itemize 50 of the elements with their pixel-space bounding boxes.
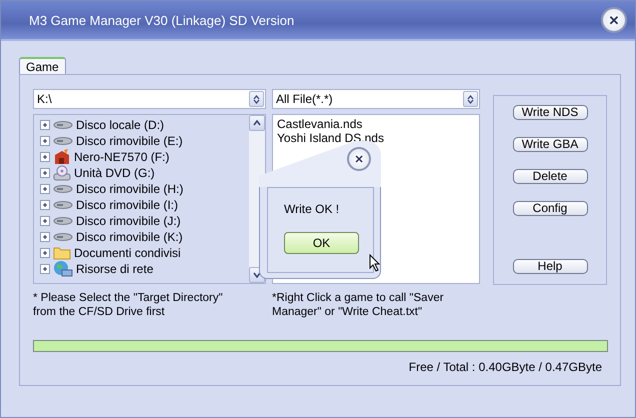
tree-item[interactable]: Disco rimovibile (H:) bbox=[76, 182, 184, 196]
tree-item[interactable]: Risorse di rete bbox=[76, 262, 154, 276]
scroll-up-icon bbox=[253, 120, 261, 126]
action-button[interactable]: Write GBA bbox=[512, 137, 588, 152]
expander-icon[interactable] bbox=[40, 168, 50, 178]
hard-drive-icon bbox=[53, 184, 73, 194]
expander-icon[interactable] bbox=[40, 216, 50, 226]
tree-item[interactable]: Disco rimovibile (K:) bbox=[76, 230, 183, 244]
hard-drive-icon bbox=[53, 200, 73, 210]
action-button[interactable]: Config bbox=[512, 201, 588, 216]
expander-icon[interactable] bbox=[40, 248, 50, 258]
tree-item[interactable]: Disco locale (D:) bbox=[76, 118, 164, 132]
expander-icon[interactable] bbox=[40, 232, 50, 242]
hard-drive-icon bbox=[53, 136, 73, 146]
tab[interactable]: Game bbox=[19, 57, 66, 74]
expander-icon[interactable] bbox=[40, 264, 50, 274]
action-button[interactable]: Delete bbox=[512, 169, 588, 184]
expander-icon[interactable] bbox=[40, 136, 50, 146]
tree-item[interactable]: Unità DVD (G:) bbox=[74, 166, 155, 180]
file-item[interactable]: Castlevania.nds bbox=[273, 117, 479, 131]
tree-item[interactable]: Disco rimovibile (I:) bbox=[76, 198, 178, 212]
hint-text: *Right Click a game to call "Saver Manager" or "Write Cheat.txt" bbox=[272, 291, 445, 319]
tree-item[interactable]: Disco rimovibile (J:) bbox=[76, 214, 181, 228]
mouse-cursor-icon bbox=[369, 254, 381, 272]
expander-icon[interactable] bbox=[40, 152, 50, 162]
tree-item[interactable]: Documenti condivisi bbox=[74, 246, 181, 260]
action-button[interactable]: Help bbox=[512, 259, 588, 274]
folder-icon bbox=[53, 246, 71, 260]
dialog-message: Write OK ! bbox=[284, 202, 340, 216]
hint-text: * Please Select the "Target Directory" from the CF/SD Drive first bbox=[33, 291, 224, 319]
space-text: Free / Total : 0.40GByte / 0.47GByte bbox=[408, 360, 602, 374]
dvd-drive-icon bbox=[53, 165, 71, 181]
hard-drive-icon bbox=[53, 120, 73, 130]
spinner-icon bbox=[253, 94, 260, 104]
drive-dropdown[interactable]: K:\ bbox=[33, 89, 266, 109]
expander-icon[interactable] bbox=[40, 120, 50, 130]
ok-button[interactable]: OK bbox=[284, 232, 359, 254]
window-title: M3 Game Manager V30 (Linkage) SD Version bbox=[29, 12, 294, 28]
close-button[interactable]: ✕ bbox=[601, 7, 627, 33]
scroll-down-icon bbox=[253, 272, 261, 278]
spinner-icon bbox=[467, 94, 474, 104]
hard-drive-icon bbox=[53, 232, 73, 242]
expander-icon[interactable] bbox=[40, 200, 50, 210]
tree-item[interactable]: Disco rimovibile (E:) bbox=[76, 134, 183, 148]
expander-icon[interactable] bbox=[40, 184, 50, 194]
globe-computer-icon bbox=[53, 260, 73, 278]
action-button[interactable]: Write NDS bbox=[512, 105, 588, 120]
tree-item[interactable]: Nero-NE7570 (F:) bbox=[74, 150, 170, 164]
filter-dropdown[interactable]: All File(*.*) bbox=[272, 89, 480, 109]
hard-drive-icon bbox=[53, 216, 73, 226]
